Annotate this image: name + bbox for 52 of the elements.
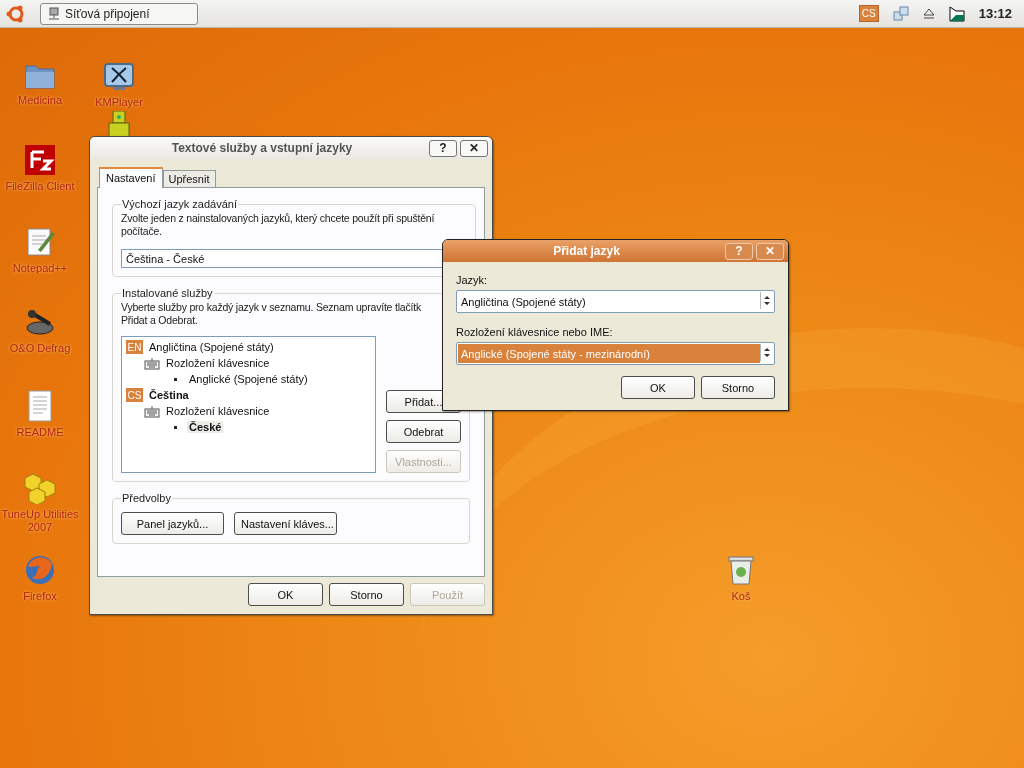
tuneup-icon bbox=[23, 472, 57, 504]
tree-item[interactable]: Angličtina (Spojené státy) bbox=[147, 341, 276, 353]
tree-item[interactable]: České bbox=[187, 421, 224, 433]
language-badge: CS bbox=[126, 388, 143, 402]
window-title: Přidat jazyk bbox=[552, 244, 621, 258]
description-text: Vyberte služby pro každý jazyk v seznamu. Seznam upravíte tlačítk bbox=[121, 301, 421, 314]
description-text: počítače. bbox=[121, 225, 162, 238]
network-icon bbox=[47, 6, 61, 21]
group-title: Výchozí jazyk zadávání bbox=[121, 198, 238, 210]
group-title: Předvolby bbox=[121, 492, 172, 504]
bullet-icon bbox=[174, 377, 177, 381]
globe-icon bbox=[24, 554, 56, 586]
description-text: Zvolte jeden z nainstalovaných jazyků, který chcete použít při spuštění bbox=[121, 212, 435, 225]
notepad-icon bbox=[24, 226, 56, 258]
keyboard-icon bbox=[144, 404, 160, 418]
eject-icon[interactable] bbox=[922, 7, 935, 20]
tab[interactable]: Nastavení bbox=[99, 167, 163, 188]
group-title: Instalované služby bbox=[121, 287, 214, 299]
ubuntu-logo-icon bbox=[6, 3, 26, 24]
action-button[interactable]: Nastavení kláves... bbox=[234, 512, 337, 535]
language-badge: EN bbox=[126, 340, 143, 354]
dialog-button[interactable]: OK bbox=[248, 583, 323, 606]
bullet-icon bbox=[174, 425, 177, 429]
dialog-button[interactable]: OK bbox=[621, 376, 695, 399]
close-button[interactable]: ✕ bbox=[460, 139, 488, 157]
monitor-icon bbox=[103, 62, 135, 92]
description-text: Přidat a Odebrat. bbox=[121, 314, 198, 327]
keyboard-icon bbox=[144, 356, 160, 370]
taskbar-window-button[interactable]: Síťová připojení bbox=[40, 2, 198, 25]
tree-item[interactable]: Rozložení klávesnice bbox=[164, 357, 272, 369]
trash-icon bbox=[726, 554, 756, 586]
folder-icon bbox=[24, 62, 56, 90]
tab[interactable]: Upřesnit bbox=[162, 170, 216, 188]
field-label: Rozložení klávesnice nebo IME: bbox=[456, 326, 614, 338]
tree-item[interactable]: Anglické (Spojené státy) bbox=[187, 373, 310, 385]
spinner-arrows-icon bbox=[760, 344, 773, 361]
action-button[interactable]: Odebrat bbox=[386, 420, 461, 443]
clock[interactable]: 13:12 bbox=[978, 6, 1012, 21]
tree-item[interactable]: Rozložení klávesnice bbox=[164, 405, 272, 417]
help-button[interactable]: ? bbox=[429, 139, 457, 157]
action-button[interactable]: Panel jazyků... bbox=[121, 512, 224, 535]
tree-item[interactable]: Čeština bbox=[147, 389, 191, 401]
select-field[interactable]: Angličtina (Spojené státy) bbox=[456, 290, 775, 313]
window-title: Textové služby a vstupní jazyky bbox=[170, 141, 354, 155]
defrag-icon bbox=[24, 308, 56, 338]
document-icon bbox=[26, 390, 54, 422]
filezilla-icon bbox=[24, 144, 56, 176]
dialog-button[interactable]: Storno bbox=[329, 583, 404, 606]
field-label: Jazyk: bbox=[456, 274, 489, 286]
dialog-button[interactable]: Storno bbox=[701, 376, 775, 399]
robot-icon bbox=[107, 111, 131, 137]
spinner-arrows-icon bbox=[760, 292, 773, 309]
